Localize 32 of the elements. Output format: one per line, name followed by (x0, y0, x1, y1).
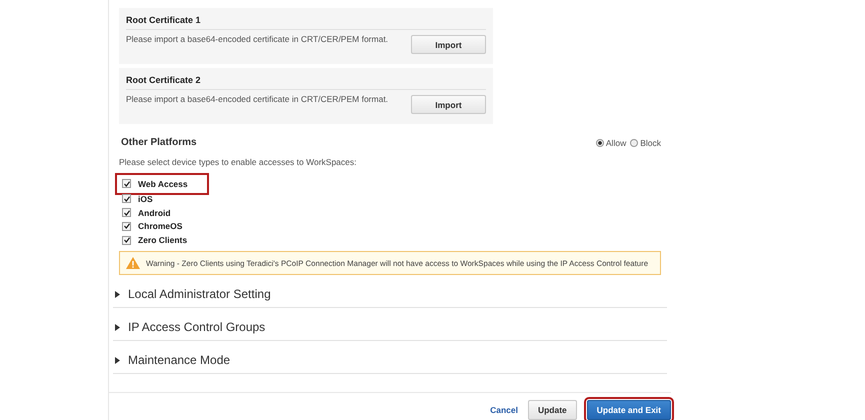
radio-button[interactable] (630, 138, 638, 146)
radio-label: Allow (606, 138, 626, 148)
checkbox-label: Android (138, 208, 171, 218)
radio-button[interactable] (596, 138, 604, 146)
caret-icon (115, 290, 120, 298)
update-button[interactable]: Update (528, 400, 577, 420)
checkbox[interactable] (122, 194, 131, 204)
warning-icon (126, 257, 140, 270)
import-button[interactable]: Import (411, 95, 486, 114)
checkbox-label: iOS (138, 194, 153, 204)
certificate-hint: Please import a base64-encoded certificate in CRT/CER/PEM format. (126, 34, 388, 44)
checkbox[interactable] (122, 236, 131, 245)
checkbox-label: ChromeOS (138, 221, 182, 232)
update-and-exit-button[interactable]: Update and Exit (586, 400, 671, 420)
certificate-title: Root Certificate 1 (126, 12, 486, 30)
checkbox[interactable] (122, 179, 131, 188)
accordion-header[interactable]: Maintenance Mode (113, 353, 667, 374)
radio-label: Block (640, 138, 661, 148)
cancel-link[interactable]: Cancel (490, 405, 518, 415)
checkbox[interactable] (122, 208, 131, 218)
caret-icon (115, 324, 120, 330)
accordion-header[interactable]: Local Administrator Setting (113, 287, 667, 308)
import-button[interactable]: Import (411, 35, 486, 54)
checkbox[interactable] (122, 222, 131, 231)
checkbox-label: Zero Clients (138, 235, 188, 246)
instruction-text: Please select device types to enable accesses to WorkSpaces: (119, 157, 358, 167)
caret-icon (115, 356, 120, 364)
certificate-title: Root Certificate 2 (126, 72, 486, 90)
checkbox-label: Web Access (138, 178, 188, 189)
accordion-header[interactable]: IP Access Control Groups (113, 320, 667, 341)
section-heading: Other Platforms (121, 137, 197, 148)
certificate-hint: Please import a base64-encoded certificate in CRT/CER/PEM format. (126, 94, 388, 104)
